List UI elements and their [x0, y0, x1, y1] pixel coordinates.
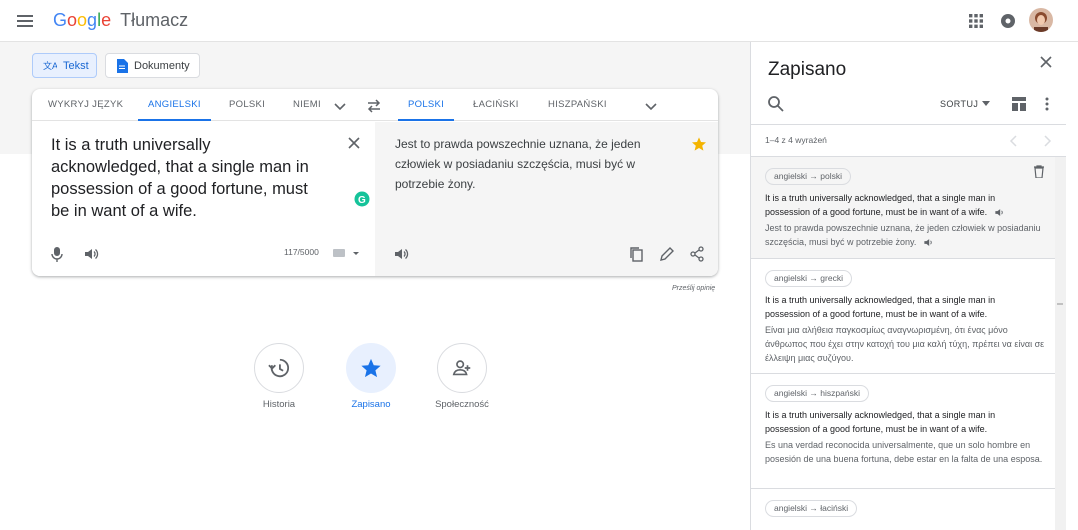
language-pair-chip[interactable]: angielski → hiszpański: [765, 385, 869, 402]
logo-letter: o: [77, 10, 88, 30]
character-count: 117/5000: [284, 247, 319, 257]
community-label: Społeczność: [435, 399, 489, 410]
layout-toggle-icon[interactable]: [1012, 97, 1026, 111]
notifications-icon[interactable]: [996, 9, 1020, 33]
logo-letter: e: [101, 10, 112, 30]
logo-letter: g: [87, 10, 98, 30]
saved-item[interactable]: angielski → polski It is a truth univers…: [751, 157, 1055, 259]
share-icon[interactable]: [689, 246, 705, 262]
language-tabs: WYKRYJ JĘZYK ANGIELSKI POLSKI NIEMI POLS…: [32, 89, 718, 121]
tab-source-german[interactable]: NIEMI: [293, 89, 323, 121]
menu-icon[interactable]: [13, 9, 37, 33]
translate-icon: 文A: [43, 59, 57, 73]
panel-scrollbar[interactable]: [1055, 157, 1066, 530]
sort-label: SORTUJ: [940, 99, 979, 109]
saved-star-icon[interactable]: [691, 136, 707, 152]
saved-item[interactable]: angielski → grecki It is a truth univers…: [751, 259, 1055, 374]
edit-pencil-icon[interactable]: [659, 246, 675, 262]
saved-item[interactable]: angielski → łaciński: [751, 489, 1055, 530]
product-name: Tłumacz: [120, 10, 189, 30]
community-people-icon: [451, 357, 473, 379]
language-pair-chip[interactable]: angielski → polski: [765, 168, 852, 185]
phrase-count: 1–4 z 4 wyrażeń: [765, 135, 827, 145]
target-languages-chevron-down-icon[interactable]: [643, 98, 659, 114]
saved-source-text: It is a truth universally acknowledged, …: [765, 191, 1035, 219]
saved-item[interactable]: angielski → hiszpański It is a truth uni…: [751, 374, 1055, 489]
svg-text:G: G: [358, 195, 366, 206]
tab-target-polish[interactable]: POLSKI: [398, 89, 455, 121]
speaker-icon[interactable]: [923, 237, 934, 248]
saved-label: Zapisano: [351, 399, 391, 410]
saved-target-text: Es una verdad reconocida universalmente,…: [765, 440, 1043, 464]
documents-mode-label: Dokumenty: [134, 59, 190, 72]
google-translate-logo[interactable]: Google Tłumacz: [53, 9, 188, 31]
document-icon: [116, 58, 128, 73]
grammarly-icon[interactable]: G: [354, 191, 370, 207]
saved-source-text-content: It is a truth universally acknowledged, …: [765, 193, 996, 217]
saved-target-text: Είναι μια αλήθεια παγκοσμίως αναγνωρισμέ…: [765, 325, 1045, 363]
app-header: Google Tłumacz: [0, 0, 1078, 42]
speaker-icon[interactable]: [994, 207, 1005, 218]
next-page-chevron-right-icon[interactable]: [1042, 135, 1052, 147]
language-pair-chip[interactable]: angielski → łaciński: [765, 500, 858, 517]
translation-output-area: Jest to prawda powszechnie uznana, że je…: [375, 122, 718, 276]
divider: [751, 124, 1066, 125]
more-options-icon[interactable]: [1043, 97, 1051, 111]
microphone-icon[interactable]: [50, 246, 64, 262]
star-icon: [360, 357, 382, 379]
svg-text:文A: 文A: [43, 60, 57, 71]
saved-button[interactable]: [346, 343, 396, 393]
search-icon[interactable]: [767, 95, 785, 113]
tab-detect-language[interactable]: WYKRYJ JĘZYK: [48, 89, 123, 121]
previous-page-chevron-left-icon[interactable]: [1009, 135, 1019, 147]
apps-icon[interactable]: [964, 9, 988, 33]
copy-icon[interactable]: [628, 246, 644, 262]
source-text[interactable]: It is a truth universally acknowledged, …: [51, 134, 321, 222]
logo-letter: G: [53, 10, 68, 30]
delete-trash-icon[interactable]: [1033, 165, 1045, 178]
swap-languages-icon[interactable]: [365, 97, 383, 115]
logo-letter: o: [67, 10, 78, 30]
tab-source-english[interactable]: ANGIELSKI: [138, 89, 211, 121]
clear-text-close-icon[interactable]: [346, 135, 362, 151]
saved-source-text: It is a truth universally acknowledged, …: [765, 410, 996, 434]
history-label: Historia: [262, 399, 296, 410]
saved-target-text-content: Jest to prawda powszechnie uznana, że je…: [765, 223, 1041, 247]
translation-speaker-icon[interactable]: [393, 246, 409, 262]
panel-title: Zapisano: [768, 59, 847, 80]
source-languages-chevron-down-icon[interactable]: [332, 98, 348, 114]
translation-card: WYKRYJ JĘZYK ANGIELSKI POLSKI NIEMI POLS…: [32, 89, 718, 276]
sort-button[interactable]: SORTUJ: [940, 99, 991, 109]
tab-target-spanish[interactable]: HISZPAŃSKI: [548, 89, 607, 121]
send-feedback-link[interactable]: Prześlij opinię: [672, 285, 715, 292]
tab-target-latin[interactable]: ŁACIŃSKI: [473, 89, 519, 121]
text-mode-button[interactable]: 文A Tekst: [32, 53, 97, 78]
text-mode-label: Tekst: [63, 59, 89, 72]
sort-chevron-down-icon: [982, 101, 991, 106]
saved-source-text: It is a truth universally acknowledged, …: [765, 295, 996, 319]
community-button[interactable]: [437, 343, 487, 393]
saved-panel: Zapisano SORTUJ 1–4 z 4 wyrażeń angielsk…: [750, 42, 1066, 530]
language-pair-chip[interactable]: angielski → grecki: [765, 270, 852, 287]
translation-text: Jest to prawda powszechnie uznana, że je…: [395, 137, 641, 191]
history-button[interactable]: [254, 343, 304, 393]
source-text-area[interactable]: It is a truth universally acknowledged, …: [32, 122, 375, 276]
saved-target-text: Jest to prawda powszechnie uznana, że je…: [765, 221, 1050, 249]
documents-mode-button[interactable]: Dokumenty: [105, 53, 200, 78]
scrollbar-thumb[interactable]: [1057, 303, 1063, 305]
keyboard-icon[interactable]: [332, 247, 360, 259]
close-panel-close-icon[interactable]: [1038, 54, 1054, 70]
listen-speaker-icon[interactable]: [83, 246, 99, 262]
tab-source-polish[interactable]: POLSKI: [229, 89, 265, 121]
history-icon: [268, 357, 290, 379]
avatar[interactable]: [1029, 8, 1053, 32]
